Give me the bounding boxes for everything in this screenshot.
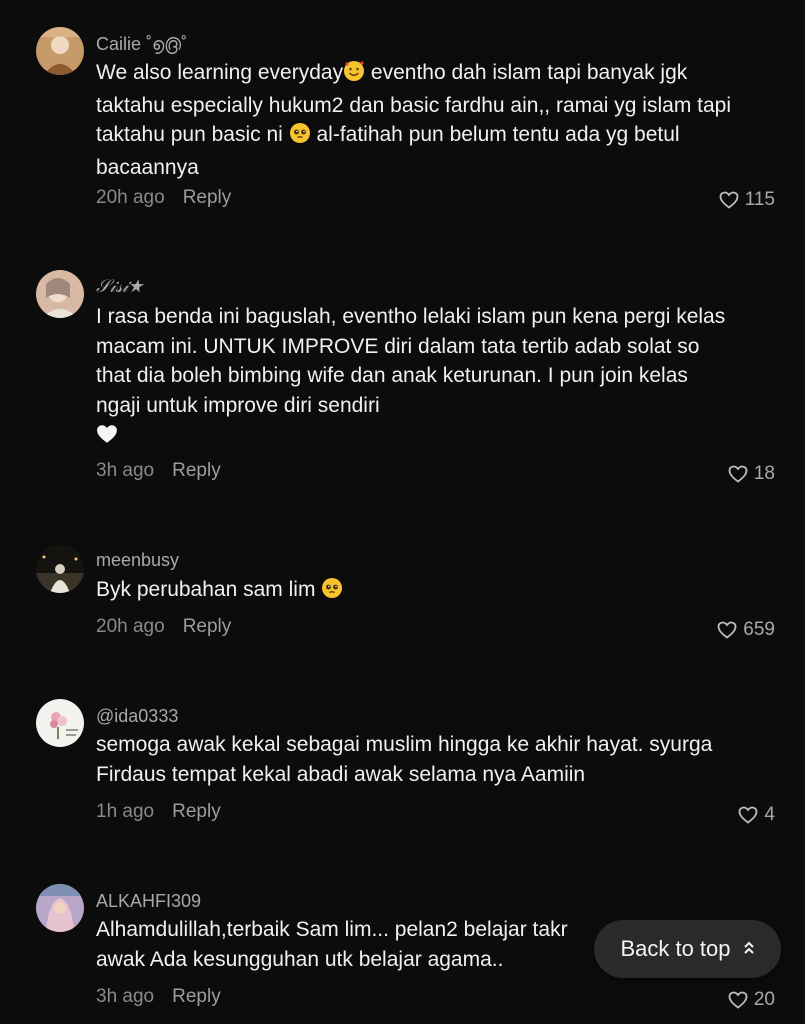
- pleading-face-emoji: [321, 577, 343, 608]
- like-button[interactable]: 20: [728, 989, 775, 1011]
- like-button[interactable]: 115: [719, 189, 775, 211]
- avatar[interactable]: [36, 27, 84, 75]
- white-heart-emoji: [96, 423, 118, 453]
- avatar[interactable]: [36, 545, 84, 593]
- comment-text: semoga awak kekal sebagai muslim hingga …: [96, 733, 713, 786]
- smiling-face-with-hearts-emoji: [343, 60, 365, 91]
- like-button[interactable]: 18: [728, 463, 775, 485]
- heart-outline-icon: [717, 621, 737, 639]
- like-count: 18: [753, 463, 775, 484]
- comment-timestamp: 20h ago: [96, 616, 165, 637]
- back-to-top-button[interactable]: Back to top: [594, 920, 781, 978]
- comment-meta: 20h ago Reply: [96, 616, 231, 638]
- comment-text: Byk perubahan sam lim: [96, 575, 736, 608]
- comment-username[interactable]: 𝒮𝒾𝓈𝒾★: [96, 276, 143, 298]
- pleading-face-emoji: [289, 122, 311, 153]
- comment-username[interactable]: ALKAHFI309: [96, 890, 201, 912]
- avatar[interactable]: [36, 270, 84, 318]
- comment-timestamp: 3h ago: [96, 460, 155, 481]
- double-chevron-up-icon: [743, 936, 755, 962]
- reply-button[interactable]: Reply: [183, 187, 232, 208]
- like-count: 115: [744, 189, 775, 210]
- comment-meta: 3h ago Reply: [96, 460, 221, 482]
- heart-outline-icon: [719, 191, 739, 209]
- comment-username[interactable]: Cailie ˚൭൫˚: [96, 33, 187, 55]
- like-button[interactable]: 4: [738, 804, 775, 826]
- comment-username[interactable]: @ida0333: [96, 705, 178, 727]
- comment-meta: 20h ago Reply: [96, 187, 231, 209]
- comment-text: I rasa benda ini baguslah, eventho lelak…: [96, 302, 736, 453]
- back-to-top-label: Back to top: [620, 936, 731, 961]
- heart-outline-icon: [728, 465, 748, 483]
- comment-meta: 3h ago Reply: [96, 986, 221, 1008]
- comment-timestamp: 20h ago: [96, 187, 165, 208]
- reply-button[interactable]: Reply: [172, 801, 221, 822]
- comment-meta: 1h ago Reply: [96, 801, 221, 823]
- comment-timestamp: 1h ago: [96, 801, 155, 822]
- like-button[interactable]: 659: [717, 619, 775, 641]
- heart-outline-icon: [738, 806, 758, 824]
- comment-text: We also learning everyday eventho dah is…: [96, 60, 732, 179]
- avatar[interactable]: [36, 884, 84, 932]
- reply-button[interactable]: Reply: [183, 616, 232, 637]
- like-count: 20: [753, 989, 775, 1010]
- comment-timestamp: 3h ago: [96, 986, 155, 1007]
- comment-username[interactable]: meenbusy: [96, 549, 179, 571]
- like-count: 4: [764, 804, 775, 825]
- heart-outline-icon: [728, 991, 748, 1009]
- reply-button[interactable]: Reply: [172, 986, 221, 1007]
- like-count: 659: [743, 619, 775, 640]
- avatar[interactable]: [36, 699, 84, 747]
- reply-button[interactable]: Reply: [172, 460, 221, 481]
